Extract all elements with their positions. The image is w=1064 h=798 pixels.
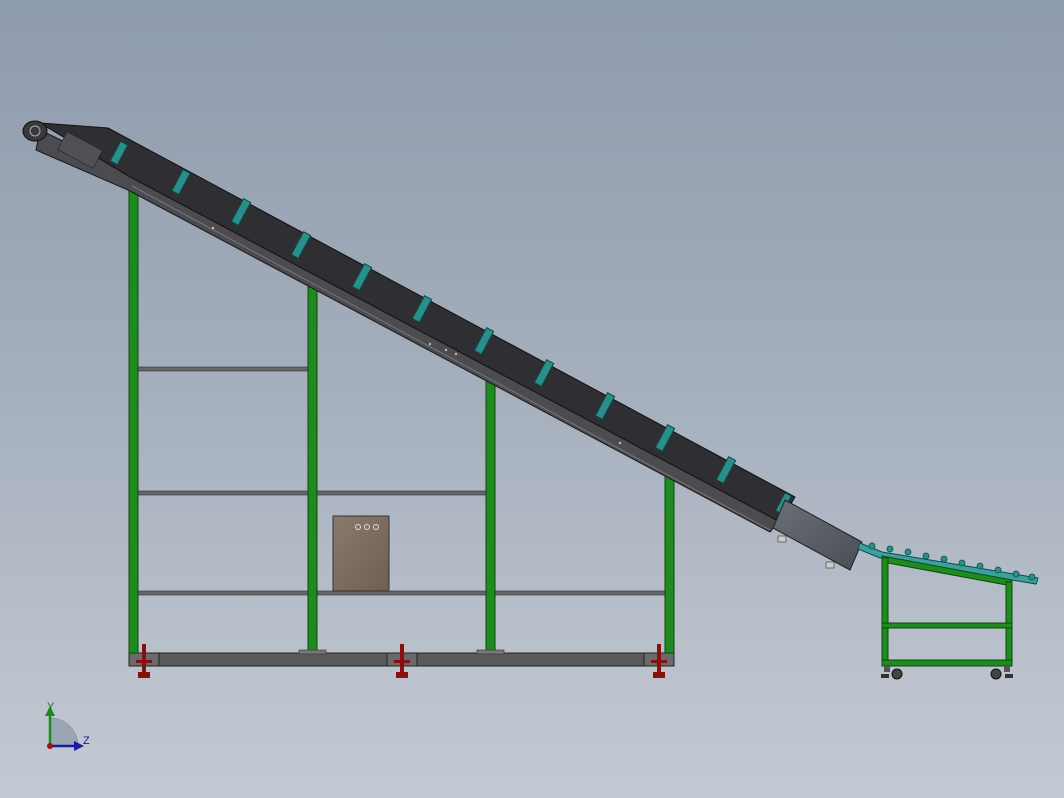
tail-drive-housing	[772, 499, 863, 571]
leg-2	[307, 286, 318, 654]
roller-transfer-table	[857, 542, 1039, 680]
leveling-foot-middle	[394, 644, 410, 678]
shelf-bottom	[137, 590, 667, 596]
shelf-top	[137, 366, 309, 372]
table-leg-left	[881, 557, 889, 667]
foot-plate-2	[298, 649, 327, 655]
control-box	[332, 515, 390, 592]
table-crossbar	[881, 622, 1013, 629]
z-axis-label: Z	[83, 735, 90, 747]
caster-left	[881, 666, 903, 680]
conveyor-side-rail	[35, 129, 781, 533]
incline-conveyor-drawing	[22, 120, 1039, 751]
cad-viewport[interactable]: Y Z	[0, 0, 1064, 798]
leg-3	[485, 381, 496, 654]
leg-1	[128, 189, 139, 654]
inclined-belt-conveyor	[22, 120, 863, 571]
caster-right	[990, 666, 1013, 680]
conveyor-belt	[39, 122, 796, 523]
table-base	[881, 659, 1013, 667]
foot-plate-3	[476, 649, 505, 655]
leg-4	[664, 475, 675, 654]
y-axis-label: Y	[47, 701, 55, 713]
